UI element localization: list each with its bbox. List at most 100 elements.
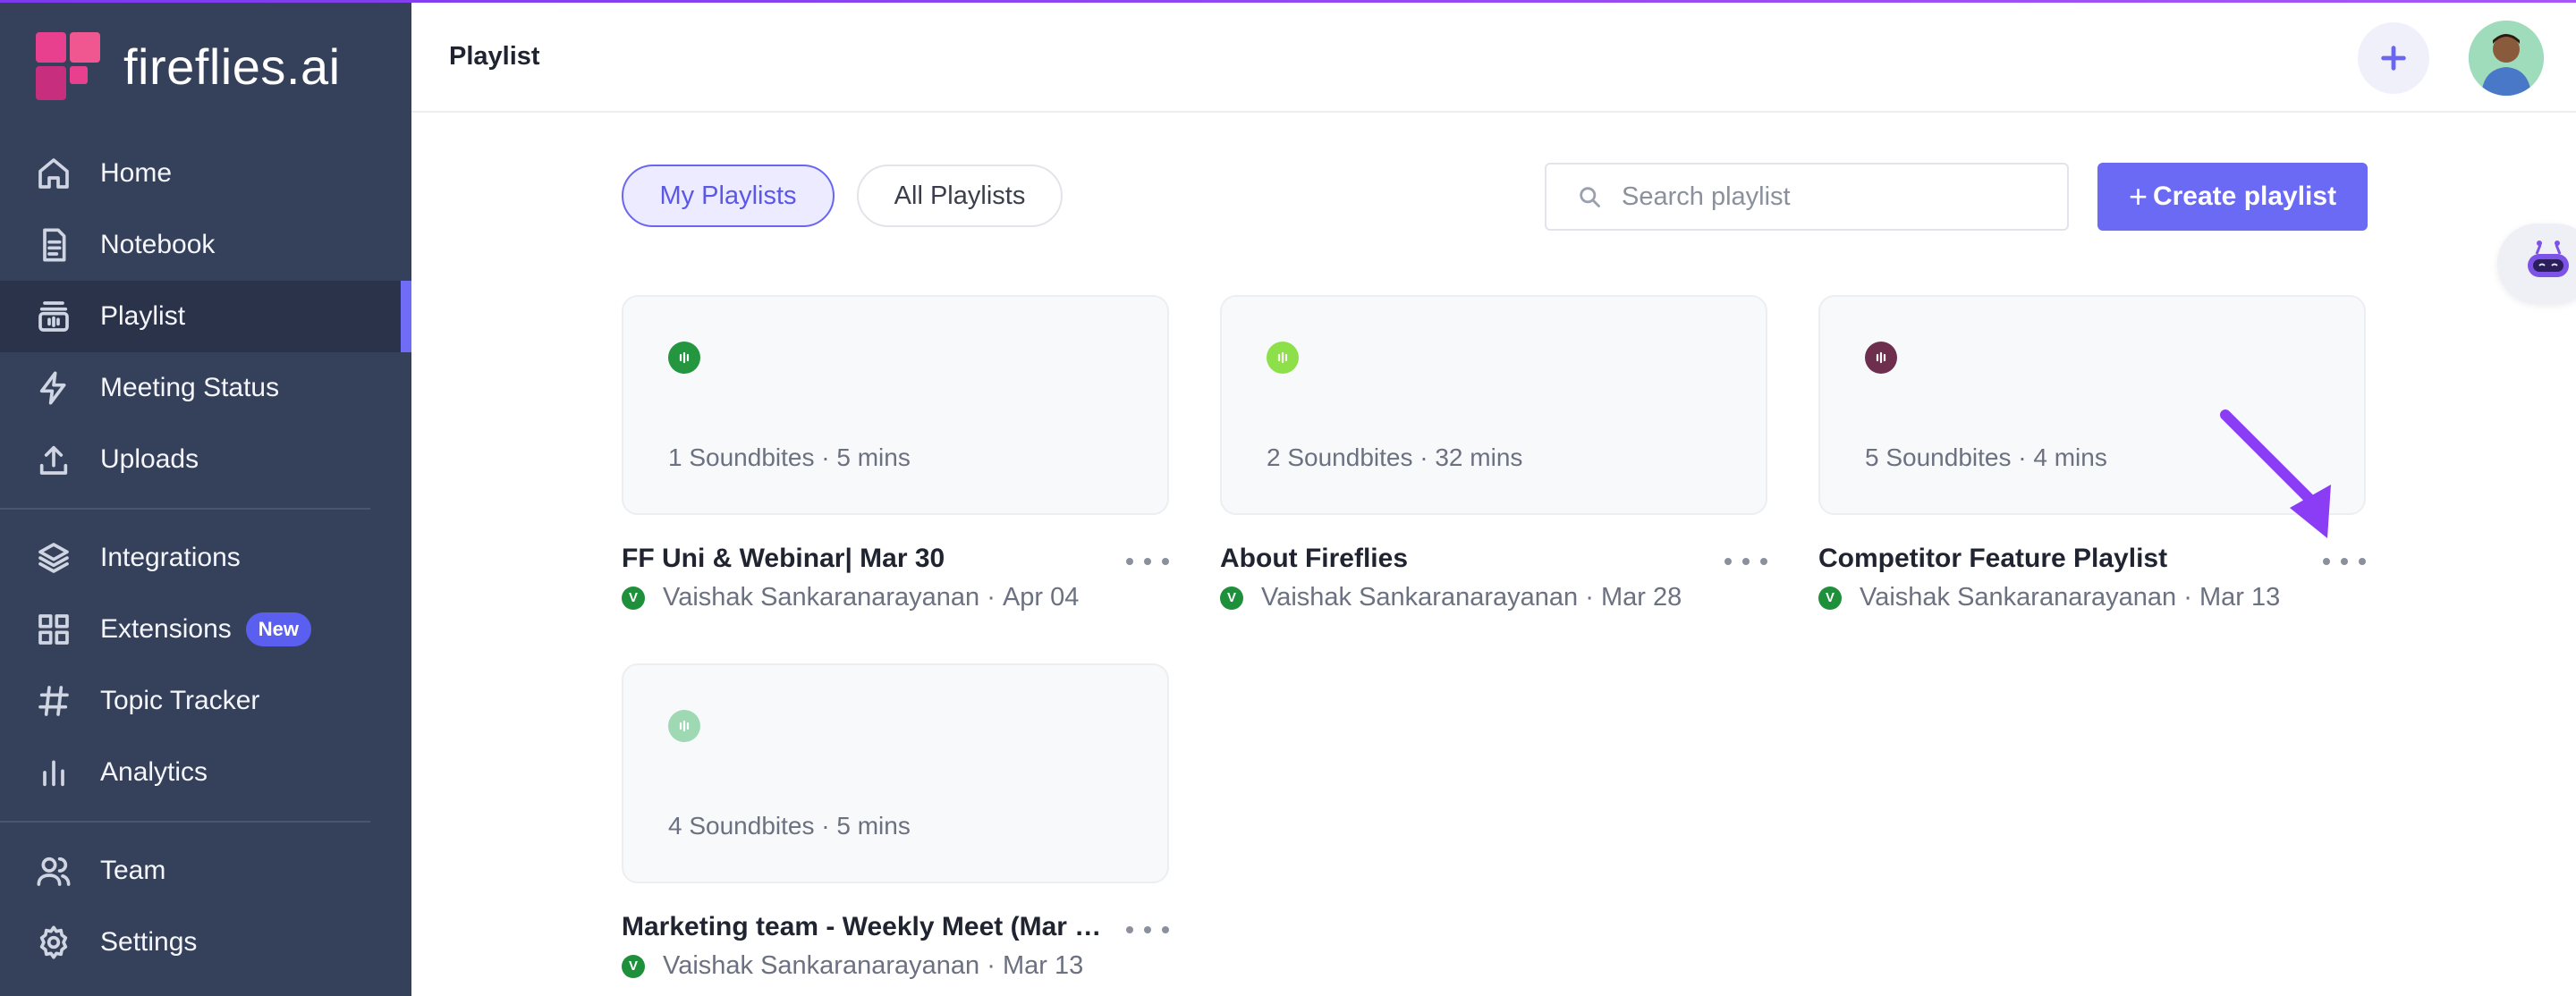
sidebar-item-label: Analytics: [100, 757, 208, 787]
tab-my-playlists[interactable]: My Playlists: [622, 165, 835, 227]
dot: [1144, 926, 1151, 933]
dot: [1162, 558, 1169, 565]
more-options-button[interactable]: [1126, 916, 1169, 944]
playlist-stats: 2 Soundbites · 32 mins: [1267, 443, 1523, 471]
new-badge: New: [245, 612, 311, 646]
plus-icon: +: [2128, 178, 2148, 215]
playlist-icon: [36, 299, 72, 334]
dot: [1760, 558, 1767, 565]
owner-name: Vaishak Sankaranarayanan: [663, 583, 980, 612]
sidebar-item-meeting-status[interactable]: Meeting Status: [0, 352, 411, 424]
sidebar-item-notebook[interactable]: Notebook: [0, 209, 411, 281]
playlist-title[interactable]: About Fireflies: [1220, 544, 1703, 574]
playlist-date: Mar 28: [1600, 583, 1682, 612]
sidebar-item-integrations[interactable]: Integrations: [0, 522, 411, 594]
playlist-card-preview[interactable]: 2 Soundbites · 32 mins: [1220, 295, 1767, 515]
search-icon: [1580, 187, 1600, 207]
sidebar-item-playlist[interactable]: Playlist: [0, 281, 411, 352]
dot: [2359, 558, 2366, 565]
dot: [1724, 558, 1732, 565]
search-input[interactable]: [1622, 181, 2051, 212]
layers-icon: [36, 540, 72, 576]
search-box: [1545, 163, 2069, 231]
sidebar-item-label: Home: [100, 158, 173, 188]
sidebar-item-label: Integrations: [100, 543, 241, 572]
playlist-card[interactable]: 1 Soundbites · 5 mins FF Uni & Webinar| …: [622, 295, 1169, 612]
home-icon: [36, 156, 72, 191]
sidebar-item-label: Meeting Status: [100, 373, 280, 402]
sidebar-item-label: Topic Tracker: [100, 686, 260, 715]
playlist-title[interactable]: Marketing team - Weekly Meet (Mar 2...: [622, 912, 1105, 942]
sidebar-item-label: Uploads: [100, 444, 199, 474]
playlist-title[interactable]: FF Uni & Webinar| Mar 30: [622, 544, 1105, 574]
sidebar-item-label: Settings: [100, 927, 198, 957]
plus-icon: [2381, 46, 2406, 71]
playlist-meta: V Vaishak Sankaranarayanan · Apr 04: [622, 583, 1079, 612]
hash-icon: [36, 683, 72, 719]
dot: [1126, 558, 1133, 565]
create-playlist-label: Create playlist: [2152, 181, 2337, 211]
playlist-card-preview[interactable]: 1 Soundbites · 5 mins: [622, 295, 1169, 515]
assistant-bot-button[interactable]: [2497, 224, 2576, 304]
meta-separator: ·: [979, 583, 1003, 612]
owner-avatar: V: [1220, 586, 1243, 610]
sidebar-item-label: Team: [100, 856, 166, 885]
dot: [2341, 558, 2348, 565]
sidebar-item-team[interactable]: Team: [0, 835, 411, 907]
more-options-button[interactable]: [1724, 547, 1767, 576]
page-title: Playlist: [449, 42, 540, 71]
sidebar-item-home[interactable]: Home: [0, 138, 411, 209]
more-options-button[interactable]: [1126, 547, 1169, 576]
create-playlist-button[interactable]: + Create playlist: [2097, 163, 2368, 231]
sidebar-item-label: Extensions: [100, 614, 232, 644]
soundbite-icon: [1865, 342, 1897, 374]
sidebar-item-uploads[interactable]: Uploads: [0, 424, 411, 495]
playlist-date: Mar 13: [2199, 583, 2281, 612]
top-accent-line: [0, 0, 2576, 3]
avatar[interactable]: [2469, 21, 2544, 96]
upload-icon: [36, 442, 72, 477]
playlist-card[interactable]: 4 Soundbites · 5 mins Marketing team - W…: [622, 663, 1169, 980]
soundbite-icon: [668, 342, 700, 374]
dot: [1144, 558, 1151, 565]
sidebar-divider: [0, 821, 370, 823]
playlist-title[interactable]: Competitor Feature Playlist: [1818, 544, 2301, 574]
robot-icon: [2528, 241, 2569, 277]
tab-all-playlists[interactable]: All Playlists: [857, 165, 1063, 227]
annotation-arrow-icon: [2220, 409, 2331, 538]
playlist-date: Apr 04: [1002, 583, 1080, 612]
soundbite-icon: [1267, 342, 1299, 374]
soundbite-icon: [668, 710, 700, 742]
sidebar: fireflies.ai Home Notebook Playlist Meet…: [0, 0, 411, 996]
notebook-icon: [36, 227, 72, 263]
bar-chart-icon: [36, 755, 72, 790]
playlist-card[interactable]: 2 Soundbites · 32 mins About Fireflies V…: [1220, 295, 1767, 612]
logo-text: fireflies.ai: [123, 38, 341, 95]
sidebar-item-extensions[interactable]: Extensions New: [0, 594, 411, 665]
sidebar-item-settings[interactable]: Settings: [0, 907, 411, 978]
playlist-card-preview[interactable]: 4 Soundbites · 5 mins: [622, 663, 1169, 883]
add-button[interactable]: [2358, 22, 2429, 94]
sidebar-item-label: Notebook: [100, 230, 216, 259]
sidebar-item-topic-tracker[interactable]: Topic Tracker: [0, 665, 411, 737]
logo[interactable]: fireflies.ai: [36, 32, 341, 100]
dot: [2323, 558, 2330, 565]
dot: [1742, 558, 1750, 565]
owner-name: Vaishak Sankaranarayanan: [1261, 583, 1579, 612]
more-options-button[interactable]: [2323, 547, 2366, 576]
sidebar-item-analytics[interactable]: Analytics: [0, 737, 411, 808]
owner-avatar: V: [622, 586, 645, 610]
meta-separator: ·: [979, 951, 1003, 980]
dot: [1126, 926, 1133, 933]
sidebar-divider: [0, 508, 370, 510]
playlist-meta: V Vaishak Sankaranarayanan · Mar 13: [622, 951, 1083, 981]
owner-avatar: V: [622, 954, 645, 978]
sidebar-item-label: Playlist: [100, 301, 186, 331]
gear-icon: [36, 924, 72, 960]
sidebar-nav: Home Notebook Playlist Meeting Status Up…: [0, 138, 411, 978]
meta-separator: ·: [2176, 583, 2199, 612]
meta-separator: ·: [1578, 583, 1601, 612]
playlist-stats: 1 Soundbites · 5 mins: [668, 443, 911, 471]
dot: [1162, 926, 1169, 933]
playlist-stats: 5 Soundbites · 4 mins: [1865, 443, 2107, 471]
